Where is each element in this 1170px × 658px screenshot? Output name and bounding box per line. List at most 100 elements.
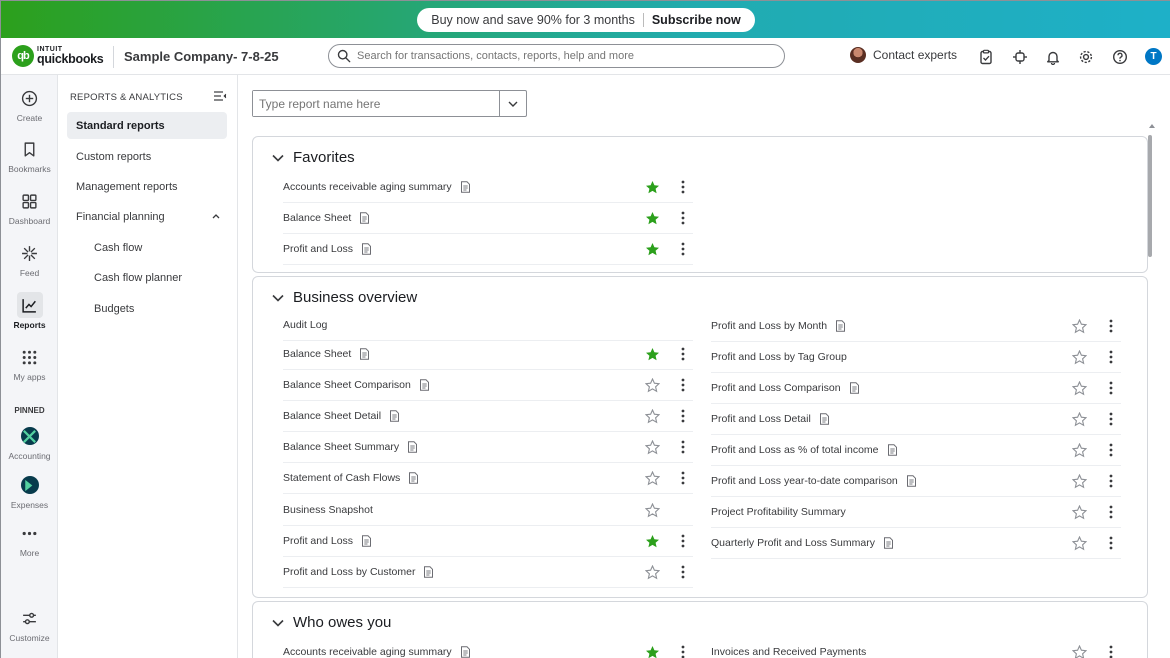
report-link[interactable]: Balance Sheet xyxy=(283,212,370,224)
more-options-icon[interactable] xyxy=(1106,443,1116,457)
report-link[interactable]: Balance Sheet xyxy=(283,348,370,360)
more-options-icon[interactable] xyxy=(1106,412,1116,426)
report-link[interactable]: Balance Sheet Comparison xyxy=(283,379,430,391)
report-row[interactable]: Balance Sheet Comparison xyxy=(283,370,693,401)
report-search-input[interactable] xyxy=(253,91,499,116)
rail-item-my-apps[interactable]: My apps xyxy=(1,344,58,382)
more-options-icon[interactable] xyxy=(678,211,688,225)
report-row[interactable]: Accounts receivable aging summary xyxy=(283,637,693,658)
star-outline-icon[interactable] xyxy=(1071,349,1088,365)
more-options-icon[interactable] xyxy=(678,242,688,256)
favorites-header[interactable]: Favorites xyxy=(271,149,355,166)
report-row[interactable]: Quarterly Profit and Loss Summary xyxy=(711,528,1121,559)
more-options-icon[interactable] xyxy=(678,471,688,485)
subscribe-now-link[interactable]: Subscribe now xyxy=(652,13,741,27)
subnav-item-financial-planning[interactable]: Financial planning xyxy=(67,203,227,230)
report-row[interactable]: Balance Sheet Summary xyxy=(283,432,693,463)
report-row[interactable]: Profit and Loss by Customer xyxy=(283,557,693,588)
star-outline-icon[interactable] xyxy=(1071,535,1088,551)
scroll-up-arrow[interactable] xyxy=(1149,124,1155,128)
report-row[interactable]: Profit and Loss xyxy=(283,234,693,265)
subnav-item-management-reports[interactable]: Management reports xyxy=(67,173,227,200)
more-options-icon[interactable] xyxy=(1106,505,1116,519)
more-options-icon[interactable] xyxy=(678,440,688,454)
scrollbar-thumb[interactable] xyxy=(1148,135,1152,257)
report-row[interactable]: Invoices and Received Payments xyxy=(711,637,1121,658)
report-link[interactable]: Invoices and Received Payments xyxy=(711,646,866,658)
who-owes-you-header[interactable]: Who owes you xyxy=(271,614,391,631)
more-options-icon[interactable] xyxy=(1106,381,1116,395)
star-filled-icon[interactable] xyxy=(645,645,660,658)
more-options-icon[interactable] xyxy=(678,534,688,548)
report-link[interactable]: Profit and Loss Comparison xyxy=(711,382,860,394)
subnav-item-standard-reports[interactable]: Standard reports xyxy=(67,112,227,139)
report-link[interactable]: Profit and Loss by Month xyxy=(711,320,846,332)
report-row[interactable]: Project Profitability Summary xyxy=(711,497,1121,528)
more-options-icon[interactable] xyxy=(678,409,688,423)
report-link[interactable]: Profit and Loss as % of total income xyxy=(711,444,898,456)
report-link[interactable]: Profit and Loss Detail xyxy=(711,413,830,425)
star-filled-icon[interactable] xyxy=(645,534,660,549)
plug-icon[interactable] xyxy=(1011,48,1028,65)
contact-experts-button[interactable]: Contact experts xyxy=(850,47,957,63)
company-name[interactable]: Sample Company- 7-8-25 xyxy=(124,49,279,64)
report-row[interactable]: Profit and Loss Comparison xyxy=(711,373,1121,404)
help-icon[interactable] xyxy=(1111,48,1128,65)
gear-icon[interactable] xyxy=(1077,48,1094,65)
report-link[interactable]: Profit and Loss xyxy=(283,535,372,547)
report-link[interactable]: Accounts receivable aging summary xyxy=(283,181,471,193)
report-row[interactable]: Balance Sheet xyxy=(283,339,693,370)
user-avatar[interactable]: T xyxy=(1145,48,1162,65)
more-options-icon[interactable] xyxy=(678,645,688,658)
report-link[interactable]: Quarterly Profit and Loss Summary xyxy=(711,537,894,549)
report-search-combobox[interactable] xyxy=(252,90,527,117)
star-outline-icon[interactable] xyxy=(644,470,661,486)
star-filled-icon[interactable] xyxy=(645,242,660,257)
rail-item-bookmarks[interactable]: Bookmarks xyxy=(1,136,58,174)
more-options-icon[interactable] xyxy=(1106,474,1116,488)
report-link[interactable]: Profit and Loss by Tag Group xyxy=(711,351,847,363)
rail-item-customize[interactable]: Customize xyxy=(1,605,58,643)
subnav-item-cash-flow-planner[interactable]: Cash flow planner xyxy=(67,264,227,291)
report-row[interactable]: Business Snapshot xyxy=(283,495,693,526)
more-options-icon[interactable] xyxy=(678,378,688,392)
star-outline-icon[interactable] xyxy=(1071,644,1088,658)
star-outline-icon[interactable] xyxy=(644,502,661,518)
more-options-icon[interactable] xyxy=(1106,319,1116,333)
star-filled-icon[interactable] xyxy=(645,180,660,195)
subnav-item-budgets[interactable]: Budgets xyxy=(67,295,227,322)
business-overview-header[interactable]: Business overview xyxy=(271,289,417,306)
star-outline-icon[interactable] xyxy=(1071,411,1088,427)
report-link[interactable]: Project Profitability Summary xyxy=(711,506,846,518)
report-link[interactable]: Accounts receivable aging summary xyxy=(283,646,471,658)
more-options-icon[interactable] xyxy=(1106,350,1116,364)
bell-icon[interactable] xyxy=(1044,48,1061,65)
report-row[interactable]: Balance Sheet xyxy=(283,203,693,234)
star-outline-icon[interactable] xyxy=(1071,442,1088,458)
quickbooks-logo[interactable]: qb INTUIT quickbooks xyxy=(12,45,104,67)
rail-item-dashboard[interactable]: Dashboard xyxy=(1,188,58,226)
tasks-icon[interactable] xyxy=(977,48,994,65)
more-options-icon[interactable] xyxy=(678,565,688,579)
report-row[interactable]: Profit and Loss xyxy=(283,526,693,557)
rail-item-create[interactable]: Create xyxy=(1,85,58,123)
report-link[interactable]: Business Snapshot xyxy=(283,504,373,516)
report-link[interactable]: Profit and Loss year-to-date comparison xyxy=(711,475,917,487)
star-filled-icon[interactable] xyxy=(645,347,660,362)
subnav-item-cash-flow[interactable]: Cash flow xyxy=(67,234,227,261)
star-outline-icon[interactable] xyxy=(644,377,661,393)
more-options-icon[interactable] xyxy=(678,180,688,194)
report-row[interactable]: Profit and Loss by Tag Group xyxy=(711,342,1121,373)
report-link[interactable]: Profit and Loss by Customer xyxy=(283,566,434,578)
report-row[interactable]: Statement of Cash Flows xyxy=(283,463,693,494)
star-outline-icon[interactable] xyxy=(644,564,661,580)
report-row[interactable]: Profit and Loss as % of total income xyxy=(711,435,1121,466)
rail-item-reports[interactable]: Reports xyxy=(1,292,58,330)
star-outline-icon[interactable] xyxy=(1071,473,1088,489)
report-link[interactable]: Audit Log xyxy=(283,319,327,331)
star-outline-icon[interactable] xyxy=(644,439,661,455)
rail-item-accounting[interactable]: Accounting xyxy=(1,423,58,461)
rail-item-feed[interactable]: Feed xyxy=(1,240,58,278)
star-filled-icon[interactable] xyxy=(645,211,660,226)
promo-pill[interactable]: Buy now and save 90% for 3 months Subscr… xyxy=(417,7,755,32)
